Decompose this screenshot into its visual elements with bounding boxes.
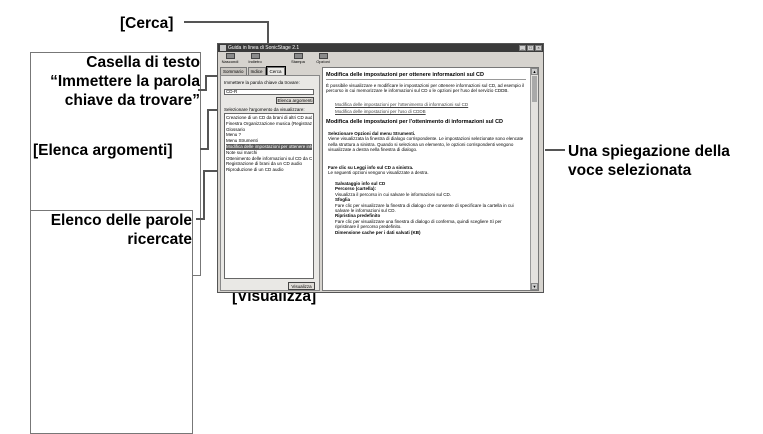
step-2-title: Fare clic su Leggi info sul CD a sinistr…: [328, 165, 414, 170]
hide-button[interactable]: Nascondi: [220, 53, 240, 64]
print-button[interactable]: Stampa: [288, 53, 308, 64]
content-heading: Modifica delle impostazioni per ottenere…: [326, 72, 484, 78]
keyword-input[interactable]: CD-R: [224, 89, 314, 95]
print-label: Stampa: [291, 59, 305, 64]
list-topics-button[interactable]: Elenca argomenti: [276, 97, 314, 104]
option-details: Salvataggio info sul CD Percorso (cartel…: [335, 181, 523, 235]
content-link-1[interactable]: Modifica delle impostazioni per l'otteni…: [335, 102, 468, 107]
content-subheading: Modifica delle impostazioni per l'otteni…: [326, 119, 504, 125]
tab-sommario[interactable]: Sommario: [220, 67, 247, 75]
help-window: Guida in linea di SonicStage 2.1 _ □ × N…: [217, 43, 544, 293]
step-2: Fare clic su Leggi info sul CD a sinistr…: [328, 165, 524, 176]
minimize-button[interactable]: _: [519, 45, 526, 51]
hide-label: Nascondi: [221, 59, 239, 64]
step-2-body: Le seguenti opzioni vengono visualizzate…: [328, 170, 429, 176]
window-title: Guida in linea di SonicStage 2.1: [228, 45, 300, 51]
list-item[interactable]: Finestra Organizzazione musica (Registra…: [226, 121, 312, 127]
topic-prompt: Selezionare l'argomento da visualizzare:: [224, 107, 305, 112]
close-button[interactable]: ×: [535, 45, 542, 51]
bullet-1-title: Salvataggio info sul CD: [335, 181, 386, 186]
window-controls: _ □ ×: [519, 45, 542, 51]
scroll-up-icon[interactable]: ▲: [531, 68, 538, 75]
keyword-prompt: Immettere la parola chiave da trovare:: [224, 80, 300, 85]
bullet-2-title: Dimensione cache per i dati salvati (KB): [335, 229, 421, 235]
bullet-1-body: Visualizza il percorso in cui salvare le…: [335, 191, 451, 197]
topic-list[interactable]: Creazione di un CD da brani di altri CD …: [224, 113, 314, 279]
display-button[interactable]: Visualizza: [288, 282, 315, 290]
navigation-pane: Sommario Indice Cerca Immettere la parol…: [220, 66, 320, 291]
list-item[interactable]: Riproduzione di un CD audio: [226, 167, 312, 173]
content-intro: È possibile visualizzare e modificare le…: [326, 83, 525, 94]
tab-cerca[interactable]: Cerca: [265, 66, 286, 76]
option-2-title: Ripristina predefinito: [335, 213, 381, 219]
toolbar: Nascondi Indietro Stampa Opzioni: [220, 53, 541, 66]
tab-indice[interactable]: Indice: [247, 67, 266, 75]
scroll-thumb[interactable]: [532, 76, 537, 102]
options-label: Opzioni: [316, 59, 330, 64]
step-1: Selezionare Opzioni dal menu Strumenti. …: [328, 131, 524, 153]
step-1-title: Selezionare Opzioni dal menu Strumenti.: [328, 131, 416, 136]
step-1-body: Viene visualizzata la finestra di dialog…: [328, 136, 524, 153]
back-button[interactable]: Indietro: [245, 53, 265, 64]
app-icon: [220, 45, 226, 51]
content-link-2[interactable]: Modifica delle impostazioni per l'uso di…: [335, 109, 426, 114]
list-item[interactable]: Creazione di un CD da brani di altri CD …: [226, 115, 312, 121]
back-label: Indietro: [248, 59, 262, 64]
bullet-1-sub: Percorso (cartella):: [335, 186, 377, 192]
option-1-body: Fare clic per visualizzare la finestra d…: [335, 202, 514, 214]
maximize-button[interactable]: □: [527, 45, 534, 51]
content-divider: [326, 79, 526, 80]
content-scrollbar[interactable]: ▲ ▼: [530, 68, 538, 290]
nav-tabs: Sommario Indice Cerca: [220, 66, 320, 76]
options-button[interactable]: Opzioni: [313, 53, 333, 64]
option-1-title: Sfoglia: [335, 197, 351, 203]
search-panel: Immettere la parola chiave da trovare: C…: [220, 75, 320, 291]
list-item-selected[interactable]: Modifica delle impostazioni per ottenere…: [226, 143, 312, 150]
topic-content-pane: Modifica delle impostazioni per ottenere…: [322, 67, 539, 291]
window-titlebar: Guida in linea di SonicStage 2.1 _ □ ×: [218, 44, 543, 52]
option-2-body: Fare clic per visualizzare una finestra …: [335, 218, 502, 230]
scroll-down-icon[interactable]: ▼: [531, 283, 538, 290]
